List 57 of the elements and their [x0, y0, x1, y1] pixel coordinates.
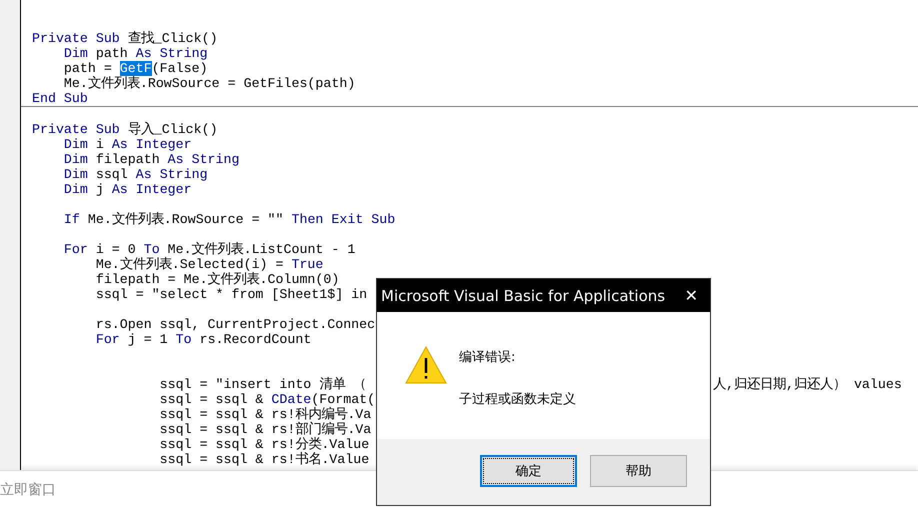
code-keyword: Dim — [62, 152, 88, 167]
dialog-button[interactable]: 帮助 — [590, 455, 687, 487]
code-text: ssql — [94, 167, 129, 182]
error-message: 子过程或函数未定义 — [459, 391, 576, 408]
code-keyword: To — [144, 242, 160, 257]
close-button[interactable]: ✕ — [684, 286, 698, 305]
error-heading: 编译错误: — [459, 349, 516, 366]
code-text: 查找_Click() — [126, 31, 218, 46]
code-keyword: True — [291, 257, 324, 272]
code-text: ssql = "insert into 清单 （ — [158, 377, 366, 392]
code-text: j = 1 — [126, 332, 169, 347]
code-keyword: Dim — [62, 46, 88, 61]
code-keyword: As Integer — [112, 182, 192, 197]
code-keyword: Private Sub — [32, 31, 120, 46]
code-text: Me.文件列表.Selected(i) = — [94, 257, 284, 272]
code-text: 人,归还日期,归还人） values — [713, 377, 902, 392]
code-text: path — [95, 46, 129, 61]
code-text: ssql = ssql & rs!分类.Value — [158, 437, 370, 452]
code-keyword: Dim — [62, 167, 88, 182]
code-text: ssql = ssql & rs!科内编号.Va — [158, 407, 372, 422]
code-text: ssql = "select * from [Sheet1$] in — [94, 287, 368, 302]
code-keyword: Dim — [62, 182, 88, 197]
dialog-title: Microsoft Visual Basic for Applications — [381, 286, 666, 304]
code-text: filepath = Me.文件列表.Column(0) — [94, 272, 340, 287]
code-keyword: Then Exit Sub — [291, 212, 396, 227]
code-text: path = — [62, 61, 113, 76]
selected-text: GetF — [120, 61, 152, 76]
code-keyword: As String — [136, 167, 208, 182]
code-text: rs.Open ssql, CurrentProject.Connec — [94, 317, 376, 332]
code-text: Me.文件列表.RowSource = "" — [86, 212, 284, 227]
code-keyword: CDate — [271, 392, 312, 407]
code-text: Me.文件列表.ListCount - 1 — [166, 242, 356, 257]
code-text: (Format( — [311, 392, 376, 407]
panel-title: 立即窗口 — [0, 480, 56, 498]
code-text: 导入_Click() — [126, 122, 218, 137]
warning-icon — [405, 346, 447, 384]
code-text: j — [94, 182, 105, 197]
code-text: i — [94, 137, 105, 152]
code-text: Me.文件列表.RowSource = GetFiles(path) — [62, 76, 356, 91]
dialog-button[interactable]: 确定 — [480, 455, 577, 487]
code-text: ssql = ssql & rs!部门编号.Va — [158, 422, 372, 437]
code-keyword: To — [176, 332, 192, 347]
code-keyword: For — [62, 242, 88, 257]
code-text: ssql = ssql & rs!书名.Value — [158, 452, 370, 467]
code-keyword: Private Sub — [32, 122, 120, 137]
code-keyword: As String — [136, 46, 208, 61]
code-text: filepath — [94, 152, 161, 167]
code-text: ssql = ssql & — [158, 392, 264, 407]
code-keyword: End Sub — [32, 91, 88, 106]
code-keyword: Dim — [62, 137, 88, 152]
code-keyword: If — [62, 212, 80, 227]
code-keyword: For — [94, 332, 120, 347]
code-text: i = 0 — [94, 242, 137, 257]
code-text: rs.RecordCount — [198, 332, 312, 347]
code-keyword: As Integer — [112, 137, 192, 152]
code-keyword: As String — [168, 152, 240, 167]
code-text: (False) — [152, 61, 208, 76]
